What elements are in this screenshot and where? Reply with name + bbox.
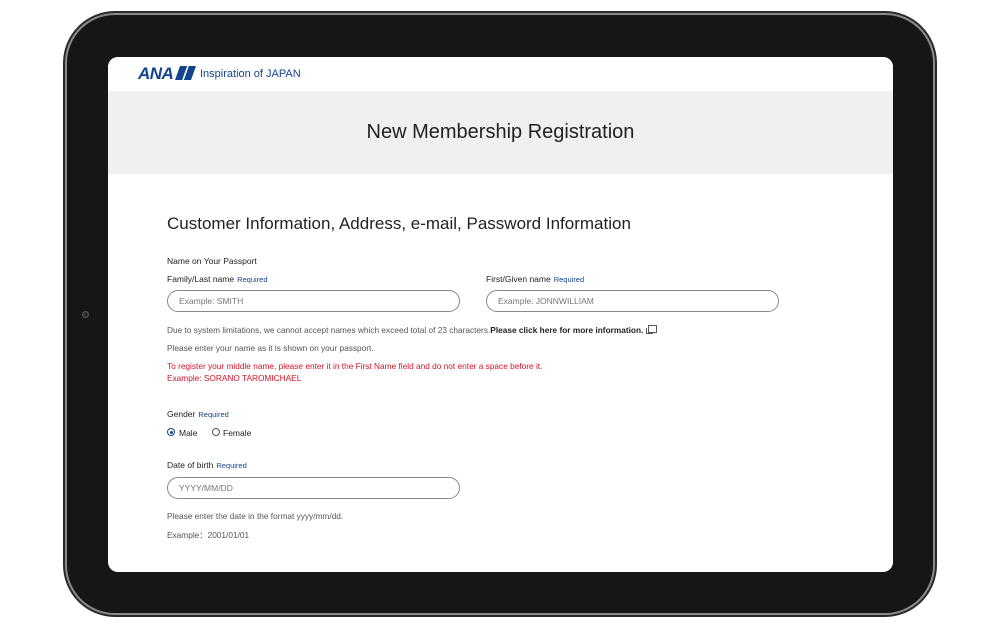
dob-input[interactable] [167,477,460,499]
last-name-input[interactable] [167,290,460,312]
external-link-icon[interactable] [646,325,658,334]
top-bar: ANA Inspiration of JAPAN [108,57,893,91]
first-name-label-text: First/Given name [486,274,551,284]
gender-label-text: Gender [167,409,196,419]
screen: ANA Inspiration of JAPAN New Membership … [108,57,893,572]
more-info-link[interactable]: Please click here for more information. [490,325,643,335]
gender-label: Gender Required [167,409,229,419]
name-limit-text: Due to system limitations, we cannot acc… [167,325,491,335]
dob-format-note: Please enter the date in the format yyyy… [167,511,344,521]
name-limit-note: Due to system limitations, we cannot acc… [167,325,658,335]
required-badge: Required [553,275,585,284]
required-badge: Required [237,275,268,284]
logo-tagline: Inspiration of JAPAN [200,68,301,80]
ana-logo-stripes-icon [175,66,196,80]
page-title: New Membership Registration [366,121,635,143]
gender-female-label[interactable]: Female [223,428,251,438]
required-badge: Required [198,410,229,419]
first-name-label: First/Given name Required [486,274,584,284]
middle-name-example: Example: SORANO TAROMICHAEL [167,373,302,383]
first-name-input[interactable] [486,290,779,312]
dob-example: Example：2001/01/01 [167,530,250,540]
ana-logo[interactable]: ANA [138,64,174,84]
last-name-label-text: Family/Last name [167,274,235,284]
passport-group-label: Name on Your Passport [167,256,257,266]
passport-note: Please enter your name as it is shown on… [167,343,374,353]
section-title: Customer Information, Address, e-mail, P… [167,214,631,233]
dob-label: Date of birth Required [167,460,247,470]
last-name-label: Family/Last name Required [167,274,268,284]
camera-icon [82,311,89,318]
page-banner: New Membership Registration [108,91,893,174]
middle-name-warning: To register your middle name, please ent… [167,361,543,371]
gender-female-radio[interactable] [212,428,220,436]
required-badge: Required [216,461,247,470]
gender-male-label[interactable]: Male [179,428,197,438]
dob-label-text: Date of birth [167,460,214,470]
gender-male-radio[interactable] [167,428,175,436]
